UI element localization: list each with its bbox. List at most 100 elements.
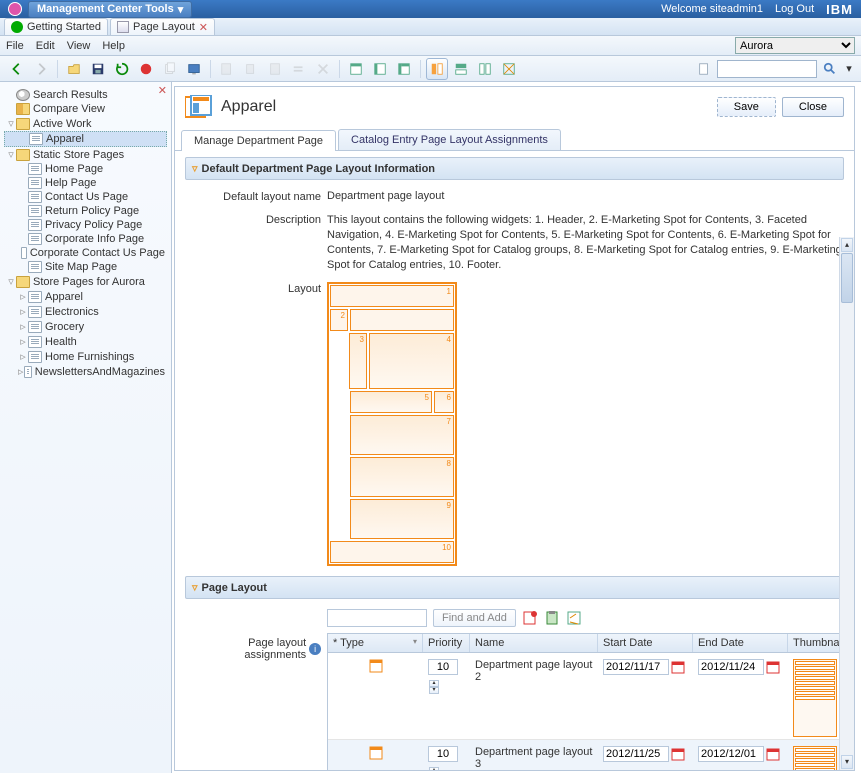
paste-button[interactable] (264, 58, 286, 80)
save-button[interactable] (87, 58, 109, 80)
menu-help[interactable]: Help (102, 40, 125, 52)
tab-catalog-entry[interactable]: Catalog Entry Page Layout Assignments (338, 129, 561, 150)
col-priority[interactable]: Priority (423, 634, 470, 652)
store-dropdown[interactable]: Aurora (735, 37, 855, 54)
welcome-text: Welcome siteadmin1 (661, 3, 763, 15)
stop-button[interactable] (135, 58, 157, 80)
end-date-input[interactable] (698, 746, 764, 762)
tree-static-child[interactable]: Corporate Info Page (4, 232, 167, 246)
info-icon[interactable]: i (309, 643, 321, 655)
tree-apparel-selected[interactable]: Apparel (4, 131, 167, 147)
store-select[interactable]: Aurora (735, 37, 855, 54)
scroll-up-icon[interactable]: ▴ (841, 238, 853, 252)
col-type[interactable]: * Type▾ (328, 634, 423, 652)
open-button[interactable] (63, 58, 85, 80)
layout2-button[interactable] (450, 58, 472, 80)
preview-button[interactable] (183, 58, 205, 80)
table-row[interactable]: ▴▾ Department page layout 2 (328, 653, 843, 740)
scroll-thumb[interactable] (841, 253, 853, 303)
refresh-button[interactable] (111, 58, 133, 80)
util-icon[interactable] (566, 610, 582, 626)
scroll-down-icon[interactable]: ▾ (841, 755, 853, 769)
paste-icon[interactable] (544, 610, 560, 626)
tree-search-results[interactable]: Search Results (4, 88, 167, 102)
copy-button[interactable] (159, 58, 181, 80)
search-button[interactable] (819, 58, 841, 80)
new-icon[interactable] (522, 610, 538, 626)
tab-manage-department[interactable]: Manage Department Page (181, 130, 336, 151)
tree-store-child[interactable]: ▹Health (4, 334, 167, 349)
table-row[interactable]: ▴▾ Department page layout 3 (328, 740, 843, 770)
save-button[interactable]: Save (717, 97, 776, 117)
close-icon[interactable]: ✕ (199, 21, 208, 34)
tree-static-child[interactable]: Corporate Contact Us Page (4, 246, 167, 260)
tree-store-child[interactable]: ▹Electronics (4, 304, 167, 319)
section-page-layout[interactable]: ▿ Page Layout (185, 576, 844, 599)
tab-label: Getting Started (27, 21, 101, 33)
cut-button[interactable] (216, 58, 238, 80)
logout-link[interactable]: Log Out (775, 3, 814, 15)
calendar-icon[interactable] (671, 747, 685, 761)
delete-button[interactable] (312, 58, 334, 80)
copy2-button[interactable] (240, 58, 262, 80)
col-thumb[interactable]: Thumbnail (788, 634, 843, 652)
tree-static-child[interactable]: Help Page (4, 176, 167, 190)
doc-icon (28, 261, 42, 273)
tree-store-child[interactable]: ▹Apparel (4, 289, 167, 304)
left-panel: ✕ Search Results Compare View ▿Active Wo… (0, 82, 172, 773)
tree-static-child[interactable]: Home Page (4, 162, 167, 176)
find-input[interactable] (327, 609, 427, 627)
end-date-input[interactable] (698, 659, 764, 675)
layout1-button[interactable] (426, 58, 448, 80)
col-end[interactable]: End Date (693, 634, 788, 652)
tree-static-child[interactable]: Contact Us Page (4, 190, 167, 204)
name-cell: Department page layout 2 (470, 657, 598, 685)
menu-view[interactable]: View (67, 40, 91, 52)
layout3-button[interactable] (474, 58, 496, 80)
view2-button[interactable] (369, 58, 391, 80)
search-dropdown-button[interactable]: ▾ (843, 58, 855, 80)
priority-input[interactable] (428, 659, 458, 675)
view3-button[interactable] (393, 58, 415, 80)
find-add-button[interactable]: Find and Add (433, 609, 516, 627)
col-name[interactable]: Name (470, 634, 598, 652)
tab-page-layout[interactable]: Page Layout ✕ (110, 18, 215, 35)
vertical-scrollbar[interactable]: ▴ ▾ (839, 237, 854, 770)
priority-input[interactable] (428, 746, 458, 762)
col-start[interactable]: Start Date (598, 634, 693, 652)
calendar-icon[interactable] (671, 660, 685, 674)
close-button[interactable]: Close (782, 97, 844, 117)
tab-getting-started[interactable]: Getting Started (4, 18, 108, 35)
start-date-input[interactable] (603, 659, 669, 675)
forward-button[interactable] (30, 58, 52, 80)
toolbar-search-input[interactable] (717, 60, 817, 78)
swap-button[interactable] (288, 58, 310, 80)
menu-edit[interactable]: Edit (36, 40, 55, 52)
priority-spinner[interactable]: ▴▾ (429, 767, 439, 770)
tree-store-child[interactable]: ▹NewslettersAndMagazines (4, 364, 167, 379)
tree-store-pages[interactable]: ▿Store Pages for Aurora (4, 274, 167, 289)
calendar-icon[interactable] (766, 660, 780, 674)
tree-static-child[interactable]: Privacy Policy Page (4, 218, 167, 232)
view1-button[interactable] (345, 58, 367, 80)
section-default-info[interactable]: ▿ Default Department Page Layout Informa… (185, 157, 844, 180)
tree-static-child[interactable]: Site Map Page (4, 260, 167, 274)
priority-spinner[interactable]: ▴▾ (429, 680, 439, 694)
back-button[interactable] (6, 58, 28, 80)
ibm-logo: IBM (826, 2, 853, 17)
panel-close-icon[interactable]: ✕ (158, 84, 167, 97)
page-title: Apparel (221, 98, 276, 116)
content-wrap: Apparel Save Close Manage Department Pag… (174, 86, 855, 771)
tree-compare-view[interactable]: Compare View (4, 102, 167, 116)
tree-static-pages[interactable]: ▿Static Store Pages (4, 147, 167, 162)
tree-store-child[interactable]: ▹Home Furnishings (4, 349, 167, 364)
start-date-input[interactable] (603, 746, 669, 762)
menu-file[interactable]: File (6, 40, 24, 52)
tree-static-child[interactable]: Return Policy Page (4, 204, 167, 218)
tools-menu-button[interactable]: Management Center Tools ▾ (28, 1, 192, 18)
calendar-icon[interactable] (766, 747, 780, 761)
tree-active-work[interactable]: ▿Active Work (4, 116, 167, 131)
tree-store-child[interactable]: ▹Grocery (4, 319, 167, 334)
new-doc-button[interactable] (693, 58, 715, 80)
layout4-button[interactable] (498, 58, 520, 80)
